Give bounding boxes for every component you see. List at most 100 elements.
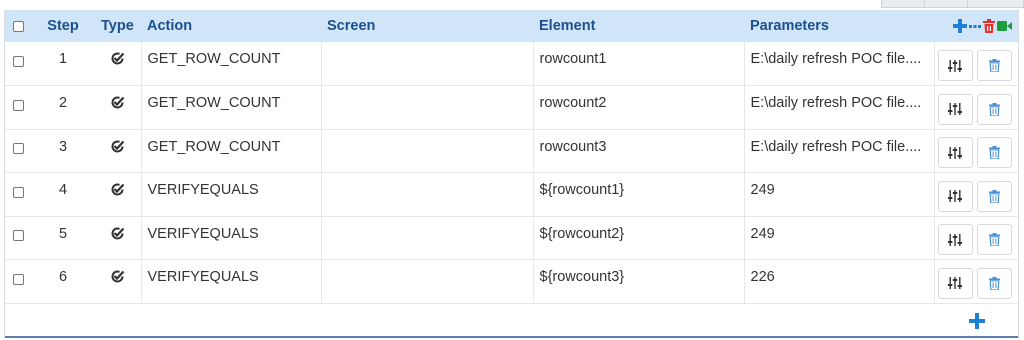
row-checkbox[interactable] bbox=[12, 273, 24, 285]
table-row[interactable]: 6 VERIFYEQUALS ${rowcount3} 226 bbox=[5, 259, 1018, 304]
row-buttons-cell bbox=[934, 216, 1018, 260]
element-cell[interactable]: rowcount3 bbox=[533, 129, 745, 173]
trash-icon bbox=[988, 59, 1000, 72]
parameters-cell[interactable]: E:\daily refresh POC file.... bbox=[744, 42, 935, 86]
top-tab[interactable] bbox=[967, 0, 1024, 8]
table-row[interactable]: 1 GET_ROW_COUNT rowcount1 E:\daily refre… bbox=[5, 42, 1018, 86]
element-cell[interactable]: rowcount2 bbox=[533, 85, 745, 130]
check-icon bbox=[110, 139, 125, 154]
table-bottom-border bbox=[5, 336, 1018, 338]
add-icon[interactable] bbox=[953, 19, 967, 33]
parameters-cell[interactable]: E:\daily refresh POC file.... bbox=[744, 85, 935, 130]
check-icon bbox=[110, 95, 125, 110]
action-cell[interactable]: VERIFYEQUALS bbox=[141, 216, 322, 260]
row-settings-button[interactable] bbox=[937, 180, 973, 212]
type-cell bbox=[95, 259, 142, 304]
more-icon[interactable] bbox=[969, 19, 981, 33]
screen-cell[interactable] bbox=[321, 85, 534, 130]
trash-icon bbox=[988, 102, 1000, 116]
table-row[interactable]: 3 GET_ROW_COUNT rowcount3 E:\daily refre… bbox=[5, 129, 1018, 173]
row-buttons-cell bbox=[934, 259, 1018, 304]
element-cell[interactable]: ${rowcount1} bbox=[533, 172, 745, 217]
settings-sliders-icon bbox=[948, 233, 962, 247]
settings-sliders-icon bbox=[948, 276, 962, 290]
check-icon bbox=[110, 51, 125, 66]
column-header-action[interactable]: Action bbox=[141, 10, 321, 42]
row-settings-button[interactable] bbox=[937, 224, 973, 256]
row-select-cell bbox=[5, 216, 31, 260]
type-cell bbox=[95, 216, 142, 260]
row-settings-button[interactable] bbox=[937, 267, 973, 299]
column-header-element[interactable]: Element bbox=[533, 10, 744, 42]
check-icon bbox=[110, 226, 125, 241]
type-cell bbox=[95, 85, 142, 130]
select-all-cell bbox=[5, 10, 31, 42]
top-tab[interactable] bbox=[881, 0, 925, 8]
add-step-icon[interactable] bbox=[969, 312, 985, 329]
parameters-cell[interactable]: 226 bbox=[744, 259, 935, 304]
table-row[interactable]: 4 VERIFYEQUALS ${rowcount1} 249 bbox=[5, 172, 1018, 217]
element-cell[interactable]: rowcount1 bbox=[533, 42, 745, 86]
parameters-cell[interactable]: 249 bbox=[744, 172, 935, 217]
action-cell[interactable]: GET_ROW_COUNT bbox=[141, 42, 322, 86]
settings-sliders-icon bbox=[948, 59, 962, 73]
action-cell[interactable]: VERIFYEQUALS bbox=[141, 172, 322, 217]
parameters-cell[interactable]: E:\daily refresh POC file.... bbox=[744, 129, 935, 173]
row-checkbox[interactable] bbox=[12, 55, 24, 67]
row-settings-button[interactable] bbox=[937, 137, 973, 169]
check-icon bbox=[110, 182, 125, 197]
step-cell: 5 bbox=[31, 216, 95, 260]
step-cell: 4 bbox=[31, 172, 95, 217]
row-settings-button[interactable] bbox=[937, 93, 973, 125]
action-cell[interactable]: GET_ROW_COUNT bbox=[141, 85, 322, 130]
step-cell: 3 bbox=[31, 129, 95, 173]
type-cell bbox=[95, 129, 142, 173]
action-cell[interactable]: GET_ROW_COUNT bbox=[141, 129, 322, 173]
column-header-step[interactable]: Step bbox=[31, 10, 95, 42]
row-delete-button[interactable] bbox=[976, 224, 1012, 256]
table-row[interactable]: 5 VERIFYEQUALS ${rowcount2} 249 bbox=[5, 216, 1018, 260]
screen-cell[interactable] bbox=[321, 42, 534, 86]
header-actions-cell bbox=[934, 10, 1018, 42]
trash-icon bbox=[988, 276, 1000, 290]
screen-cell[interactable] bbox=[321, 259, 534, 304]
select-all-checkbox[interactable] bbox=[12, 20, 24, 32]
row-checkbox[interactable] bbox=[12, 186, 24, 198]
screen-cell[interactable] bbox=[321, 172, 534, 217]
row-delete-button[interactable] bbox=[976, 50, 1012, 81]
element-cell[interactable]: ${rowcount2} bbox=[533, 216, 745, 260]
column-header-type[interactable]: Type bbox=[95, 10, 141, 42]
row-select-cell bbox=[5, 85, 31, 130]
row-settings-button[interactable] bbox=[937, 50, 973, 81]
row-delete-button[interactable] bbox=[976, 93, 1012, 125]
top-tab-strip bbox=[881, 0, 1024, 8]
top-tab[interactable] bbox=[924, 0, 968, 8]
step-cell: 6 bbox=[31, 259, 95, 304]
header-row: Step Type Action Screen Element Paramete… bbox=[5, 10, 1018, 42]
delete-icon[interactable] bbox=[983, 19, 995, 33]
step-cell: 1 bbox=[31, 42, 95, 86]
parameters-cell[interactable]: 249 bbox=[744, 216, 935, 260]
row-delete-button[interactable] bbox=[976, 180, 1012, 212]
row-checkbox[interactable] bbox=[12, 230, 24, 242]
screen-cell[interactable] bbox=[321, 129, 534, 173]
element-cell[interactable]: ${rowcount3} bbox=[533, 259, 745, 304]
row-delete-button[interactable] bbox=[976, 267, 1012, 299]
row-select-cell bbox=[5, 259, 31, 304]
column-header-screen[interactable]: Screen bbox=[321, 10, 533, 42]
table-row[interactable]: 2 GET_ROW_COUNT rowcount2 E:\daily refre… bbox=[5, 85, 1018, 130]
row-checkbox[interactable] bbox=[12, 143, 24, 155]
column-header-parameters[interactable]: Parameters bbox=[744, 10, 934, 42]
row-select-cell bbox=[5, 129, 31, 173]
step-cell: 2 bbox=[31, 85, 95, 130]
trash-icon bbox=[988, 189, 1000, 203]
action-cell[interactable]: VERIFYEQUALS bbox=[141, 259, 322, 304]
trash-icon bbox=[988, 146, 1000, 160]
type-cell bbox=[95, 42, 142, 86]
record-icon[interactable] bbox=[997, 20, 1012, 32]
steps-table-body: 1 GET_ROW_COUNT rowcount1 E:\daily refre… bbox=[5, 42, 1018, 304]
row-delete-button[interactable] bbox=[976, 137, 1012, 169]
row-checkbox[interactable] bbox=[12, 99, 24, 111]
type-cell bbox=[95, 172, 142, 217]
screen-cell[interactable] bbox=[321, 216, 534, 260]
